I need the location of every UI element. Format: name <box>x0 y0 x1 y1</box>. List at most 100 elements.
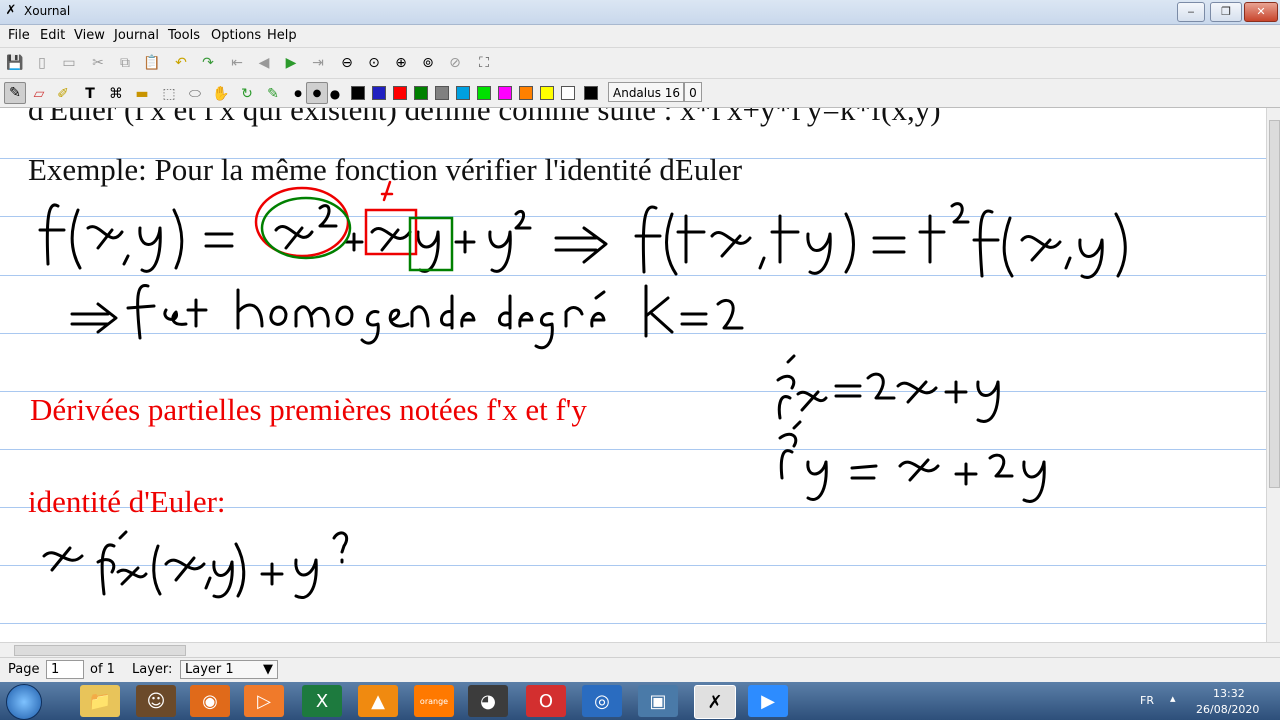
color-gray-swatch[interactable] <box>435 86 449 100</box>
page-number-input[interactable]: 1 <box>46 660 84 679</box>
language-indicator[interactable]: FR <box>1140 694 1154 707</box>
ink-stroke <box>554 226 608 264</box>
ink-stroke <box>360 305 430 345</box>
tray-arrow-icon[interactable]: ▴ <box>1170 692 1176 705</box>
xournal-icon[interactable]: ✗ <box>694 685 736 719</box>
color-white-swatch[interactable] <box>561 86 575 100</box>
firefox-icon[interactable]: ◉ <box>190 685 230 717</box>
ink-stroke <box>498 294 554 350</box>
ink-stroke <box>164 556 206 582</box>
ruler-icon[interactable]: ▬ <box>132 84 152 104</box>
zoom-out-icon[interactable]: ⊖ <box>337 53 357 73</box>
select-region-icon[interactable]: ⬭ <box>185 84 205 104</box>
font-button[interactable]: Andalus 16 <box>608 82 684 102</box>
color-green-swatch[interactable] <box>414 86 428 100</box>
open-icon[interactable]: ▭ <box>59 53 79 73</box>
opera-icon[interactable]: O <box>526 685 566 717</box>
browser-icon[interactable]: ◎ <box>582 685 622 717</box>
ink-stroke <box>1064 256 1072 270</box>
last-page-icon[interactable]: ⇥ <box>308 53 328 73</box>
shape-recognizer-icon[interactable]: ⌘ <box>106 84 126 104</box>
horizontal-scroll-thumb[interactable] <box>14 645 186 656</box>
redo-icon[interactable]: ↷ <box>198 53 218 73</box>
color-lightgreen-swatch[interactable] <box>477 86 491 100</box>
first-page-icon[interactable]: ⇤ <box>227 53 247 73</box>
menu-help[interactable]: Help <box>267 28 297 43</box>
media-app-icon[interactable]: ▷ <box>244 685 284 717</box>
handwriting-layer <box>38 180 1127 599</box>
highlighter-icon[interactable]: ✐ <box>53 84 73 104</box>
vertical-scrollbar[interactable] <box>1266 108 1280 642</box>
xournal-x-icon: ✗ <box>5 3 17 18</box>
text-tool-icon[interactable]: T <box>80 84 100 104</box>
start-button[interactable] <box>6 684 42 720</box>
color-magenta-swatch[interactable] <box>498 86 512 100</box>
zoom-100-icon[interactable]: ⊚ <box>418 53 438 73</box>
menu-options[interactable]: Options <box>211 28 261 43</box>
journal-page[interactable]: d'Euler (f'x et f'x qui existent) défini… <box>0 108 1266 642</box>
eraser-icon[interactable]: ▱ <box>29 84 49 104</box>
zoom-set-icon[interactable]: ⊘ <box>445 53 465 73</box>
network-icon[interactable]: ▣ <box>638 685 678 717</box>
status-bar: Page 1 of 1 Layer: Layer 1 ▼ <box>0 657 1280 682</box>
ink-stroke <box>770 214 800 264</box>
chrome-icon[interactable]: ◕ <box>468 685 508 717</box>
tools-toolbar: ✎ ▱ ✐ T ⌘ ▬ ⬚ ⬭ ✋ ↻ ✎ ● ● ● Andalus 16 0 <box>0 79 1280 108</box>
color-black-swatch[interactable] <box>351 86 365 100</box>
ink-stroke <box>416 230 440 273</box>
color-orange-swatch[interactable] <box>519 86 533 100</box>
ink-stroke <box>898 458 940 482</box>
color-yellow-swatch[interactable] <box>540 86 554 100</box>
menu-edit[interactable]: Edit <box>40 28 65 43</box>
explorer-icon[interactable]: 📁 <box>80 685 120 717</box>
paste-icon[interactable]: 📋 <box>142 53 162 73</box>
pen-icon[interactable]: ✎ <box>4 82 26 104</box>
menu-file[interactable]: File <box>8 28 30 43</box>
fullscreen-icon[interactable]: ⛶ <box>474 53 494 73</box>
undo-icon[interactable]: ↶ <box>171 53 191 73</box>
thick-thickness-icon[interactable]: ● <box>325 84 345 104</box>
clock-date[interactable]: 26/08/2020 <box>1196 703 1259 716</box>
ink-stroke <box>42 546 84 572</box>
close-button[interactable]: ✕ <box>1244 2 1278 22</box>
fine-thickness-icon[interactable]: ● <box>288 84 308 104</box>
ink-stroke <box>294 558 318 599</box>
default-pen-icon[interactable]: ✎ <box>263 84 283 104</box>
excel-icon[interactable]: X <box>302 685 342 717</box>
clock-time[interactable]: 13:32 <box>1213 687 1245 700</box>
orange-icon[interactable]: orange <box>414 685 454 717</box>
maximize-button[interactable]: ❐ <box>1210 2 1242 22</box>
menu-view[interactable]: View <box>74 28 105 43</box>
cut-icon[interactable]: ✂ <box>88 53 108 73</box>
minimize-button[interactable]: ‒ <box>1177 2 1205 22</box>
next-page-icon[interactable]: ▶ <box>281 53 301 73</box>
horizontal-scrollbar[interactable] <box>0 642 1280 657</box>
color-current-swatch[interactable] <box>584 86 598 100</box>
menu-tools[interactable]: Tools <box>168 28 200 43</box>
color-red-swatch[interactable] <box>393 86 407 100</box>
layer-select[interactable]: Layer 1 ▼ <box>180 660 278 679</box>
hand-tool-icon[interactable]: ✋ <box>211 84 231 104</box>
zoom-icon[interactable]: ▶ <box>748 685 788 717</box>
color-blue-swatch[interactable] <box>372 86 386 100</box>
save-icon[interactable]: 💾 <box>5 53 25 73</box>
vlc-icon[interactable]: ▲ <box>358 685 398 717</box>
ink-stroke <box>152 544 162 596</box>
ink-stroke <box>138 226 162 273</box>
font-size-field[interactable]: 0 <box>684 82 702 102</box>
menu-journal[interactable]: Journal <box>114 28 159 43</box>
zoom-fit-icon[interactable]: ⊙ <box>364 53 384 73</box>
ink-stroke <box>976 380 1000 423</box>
color-lightblue-swatch[interactable] <box>456 86 470 100</box>
vertical-scroll-thumb[interactable] <box>1269 120 1280 488</box>
ink-stroke <box>1078 238 1104 279</box>
select-rectangle-icon[interactable]: ⬚ <box>159 84 179 104</box>
user-app-icon[interactable]: ☺ <box>136 685 176 717</box>
ink-stroke <box>866 372 896 400</box>
new-page-icon[interactable]: ▯ <box>32 53 52 73</box>
zoom-in-icon[interactable]: ⊕ <box>391 53 411 73</box>
previous-page-icon[interactable]: ◀ <box>254 53 274 73</box>
ink-stroke <box>204 576 212 590</box>
default-tools-icon[interactable]: ↻ <box>237 84 257 104</box>
copy-icon[interactable]: ⧉ <box>115 53 135 73</box>
